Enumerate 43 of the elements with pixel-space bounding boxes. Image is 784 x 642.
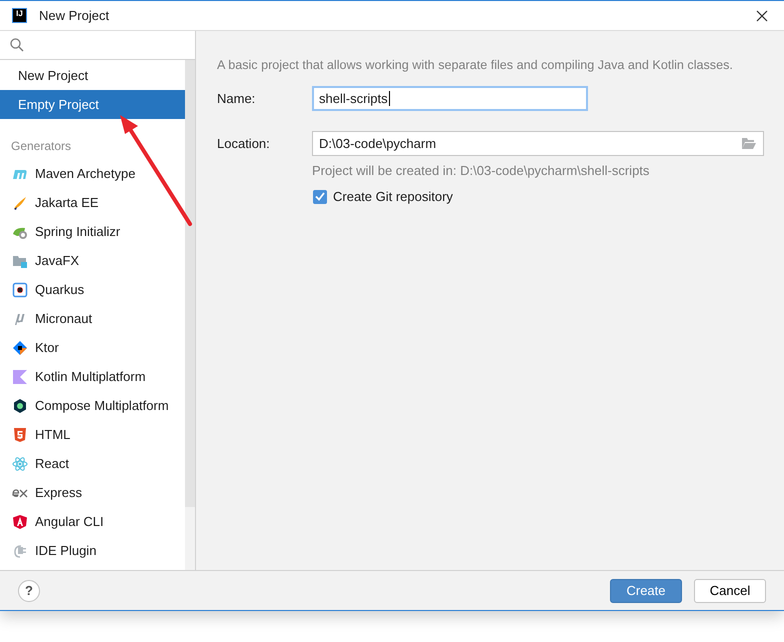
input-field[interactable]: shell-scripts xyxy=(312,86,588,111)
window-title: New Project xyxy=(39,8,110,23)
close-icon[interactable] xyxy=(756,10,768,22)
sidebar-item[interactable]: JavaFX xyxy=(0,246,185,275)
scrollbar-thumb[interactable] xyxy=(185,60,195,507)
folder-icon[interactable] xyxy=(741,137,757,150)
sidebar-item[interactable]: Kotlin Multiplatform xyxy=(0,362,185,391)
field-label: Name: xyxy=(217,91,256,106)
plug-icon xyxy=(12,542,28,558)
checkbox-label: Create Git repository xyxy=(333,189,453,204)
hint-text: Project will be created in: D:\03-code\pycharm\shell-scripts xyxy=(312,163,650,178)
app-logo: IJ xyxy=(12,8,27,23)
search-icon[interactable] xyxy=(10,38,24,52)
diamond-icon xyxy=(12,340,28,356)
sail-icon xyxy=(12,194,28,210)
section-heading: Generators xyxy=(10,138,72,155)
hexagon-icon xyxy=(12,398,28,414)
dialog-button[interactable]: Cancel xyxy=(694,578,766,602)
sidebar-item[interactable]: Spring Initializr xyxy=(0,217,185,246)
sidebar-item[interactable]: Quarkus xyxy=(0,275,185,304)
atom-icon xyxy=(12,456,28,472)
sidebar-item[interactable]: Micronaut xyxy=(0,304,185,333)
input-field[interactable]: D:\03-code\pycharm xyxy=(312,131,764,156)
sidebar-item[interactable]: Compose Multiplatform xyxy=(0,391,185,420)
help-button[interactable]: ? xyxy=(18,580,40,602)
sidebar-item[interactable]: Express xyxy=(0,478,185,507)
sidebar-item[interactable]: Maven Archetype xyxy=(0,159,185,188)
dialog-button[interactable]: Create xyxy=(610,578,682,602)
description-text: A basic project that allows working with separate files and compiling Java and Kotlin classes. xyxy=(217,58,734,72)
square-icon xyxy=(12,282,28,298)
sidebar-item[interactable]: React xyxy=(0,449,185,478)
sidebar-item[interactable]: Empty Project xyxy=(0,90,185,119)
sidebar-item[interactable]: New Project xyxy=(0,61,185,90)
checkbox[interactable] xyxy=(313,190,327,204)
shield-icon xyxy=(12,426,28,442)
sidebar-item[interactable]: Ktor xyxy=(0,333,185,362)
field-label: Location: xyxy=(217,136,271,151)
sidebar-item[interactable]: IDE Plugin xyxy=(0,536,185,565)
k-shape-icon xyxy=(12,368,28,384)
sidebar-item[interactable]: HTML xyxy=(0,420,185,449)
sidebar-item[interactable]: Jakarta EE xyxy=(0,188,185,217)
shield-letter-icon xyxy=(12,514,28,530)
sidebar-item[interactable]: Angular CLI xyxy=(0,507,185,536)
